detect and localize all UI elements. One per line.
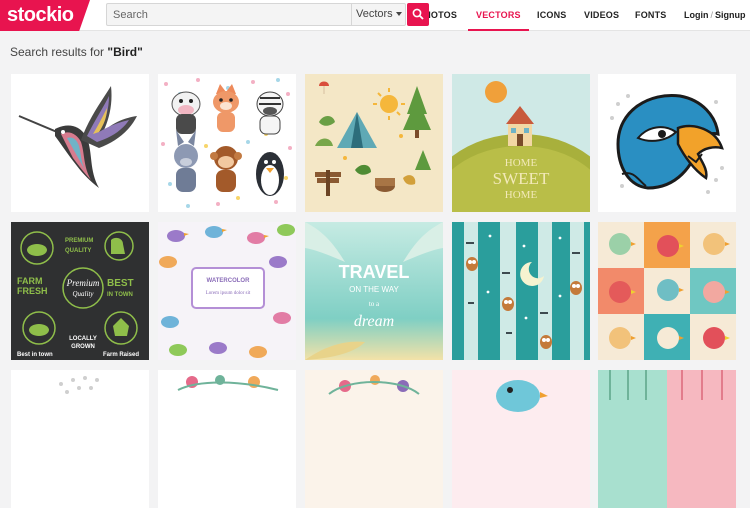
nav-icons[interactable]: ICONS: [537, 0, 567, 31]
thumb-text-locally: LOCALLY: [69, 336, 97, 342]
thumbnail-halftone[interactable]: [11, 370, 149, 508]
search-box: Vectors: [106, 3, 406, 26]
thumbnail-cartoon-animals[interactable]: [158, 74, 296, 212]
owls-forest-image: [452, 222, 590, 360]
pattern-image: [598, 370, 736, 508]
thumb-text-best: BEST: [107, 278, 134, 289]
search-button[interactable]: [407, 3, 429, 26]
thumb-text-dream: dream: [354, 313, 394, 330]
cartoon-bird-image: [452, 370, 590, 508]
nav-videos[interactable]: VIDEOS: [584, 0, 619, 31]
thumbnail-floral[interactable]: [158, 370, 296, 508]
thumbnail-floral-wreath[interactable]: [305, 370, 443, 508]
results-query: "Bird": [107, 45, 143, 59]
nav-icons-label: ICONS: [537, 10, 567, 20]
results-heading: Search results for "Bird": [10, 45, 143, 59]
caret-down-icon: [395, 12, 402, 17]
thumbnail-hummingbird[interactable]: [11, 74, 149, 212]
search-input[interactable]: [107, 4, 347, 25]
type-select[interactable]: Vectors: [351, 4, 407, 25]
nav-vectors-label: VECTORS: [476, 10, 521, 20]
thumb-text-best-in-town: Best in town: [17, 352, 53, 358]
thumbnail-farm-labels[interactable]: PREMIUM QUALITY FARM FRESH Premium Quali…: [11, 222, 149, 360]
thumbnail-home-sweet-home[interactable]: HOME SWEET HOME: [452, 74, 590, 212]
thumb-text-farm: FARM: [17, 276, 43, 286]
thumbnail-camping[interactable]: [305, 74, 443, 212]
travel-poster-image: TRAVEL ON THE WAY to a dream: [305, 222, 443, 360]
thumb-text-travel: TRAVEL: [339, 262, 410, 282]
login-separator: /: [710, 10, 714, 20]
eagle-mascot-image: [598, 74, 736, 212]
type-select-value: Vectors: [356, 8, 393, 20]
thumbnail-pattern[interactable]: [598, 370, 736, 508]
thumb-text-watercolor: WATERCOLOR: [207, 278, 251, 284]
signup-link[interactable]: Signup: [715, 10, 746, 20]
thumb-text-farm-raised: Farm Raised: [103, 352, 139, 358]
thumbnail-travel-poster[interactable]: TRAVEL ON THE WAY to a dream: [305, 222, 443, 360]
thumbnail-owls-forest[interactable]: [452, 222, 590, 360]
home-sweet-home-image: HOME SWEET HOME: [452, 74, 590, 212]
thumbnail-birds-squares[interactable]: [598, 222, 736, 360]
results-prefix: Search results for: [10, 45, 105, 59]
stockio-logo[interactable]: stockio: [0, 0, 90, 31]
logo-text: stockio: [7, 4, 74, 26]
birds-squares-image: [598, 222, 736, 360]
thumb-text-in-town: IN TOWN: [107, 292, 133, 298]
thumbnail-cartoon-bird[interactable]: [452, 370, 590, 508]
thumb-text-premium: PREMIUM: [65, 238, 93, 244]
farm-labels-image: PREMIUM QUALITY FARM FRESH Premium Quali…: [11, 222, 149, 360]
camping-image: [305, 74, 443, 212]
thumb-text-quality: QUALITY: [65, 248, 91, 254]
thumb-text-grown: GROWN: [71, 344, 95, 350]
floral-wreath-image: [305, 370, 443, 508]
login-link[interactable]: Login: [684, 10, 709, 20]
thumbnail-birds-pattern[interactable]: WATERCOLOR Lorem ipsum dolor sit: [158, 222, 296, 360]
search-icon: [412, 8, 424, 20]
thumb-text-to-a: to a: [369, 300, 380, 308]
nav-photos[interactable]: PHOTOS: [429, 0, 457, 31]
thumb-text-home-1: HOME: [505, 157, 538, 169]
nav-photos-label: PHOTOS: [429, 10, 457, 20]
nav-fonts-label: FONTS: [635, 10, 667, 20]
thumb-text-on-the-way: ON THE WAY: [349, 285, 399, 294]
thumb-text-quality-script: Quality: [73, 290, 95, 298]
thumb-text-home-2: HOME: [505, 189, 538, 201]
thumb-text-sweet: SWEET: [493, 169, 550, 188]
birds-pattern-image: WATERCOLOR Lorem ipsum dolor sit: [158, 222, 296, 360]
thumb-text-premium-script: Premium: [66, 278, 100, 288]
floral-image: [158, 370, 296, 508]
thumb-text-lorem: Lorem ipsum dolor sit: [206, 291, 251, 296]
top-navbar: stockio Vectors PHOTOS VECTORS ICONS VID…: [0, 0, 750, 31]
account-links: Login / Signup: [684, 0, 746, 31]
thumb-text-fresh: FRESH: [17, 286, 48, 296]
nav-videos-label: VIDEOS: [584, 10, 620, 20]
cartoon-animals-image: [158, 74, 296, 212]
halftone-image: [11, 370, 149, 508]
thumbnail-eagle-mascot[interactable]: [598, 74, 736, 212]
nav-fonts[interactable]: FONTS: [635, 0, 667, 31]
nav-vectors[interactable]: VECTORS: [468, 0, 529, 31]
hummingbird-image: [11, 74, 149, 212]
